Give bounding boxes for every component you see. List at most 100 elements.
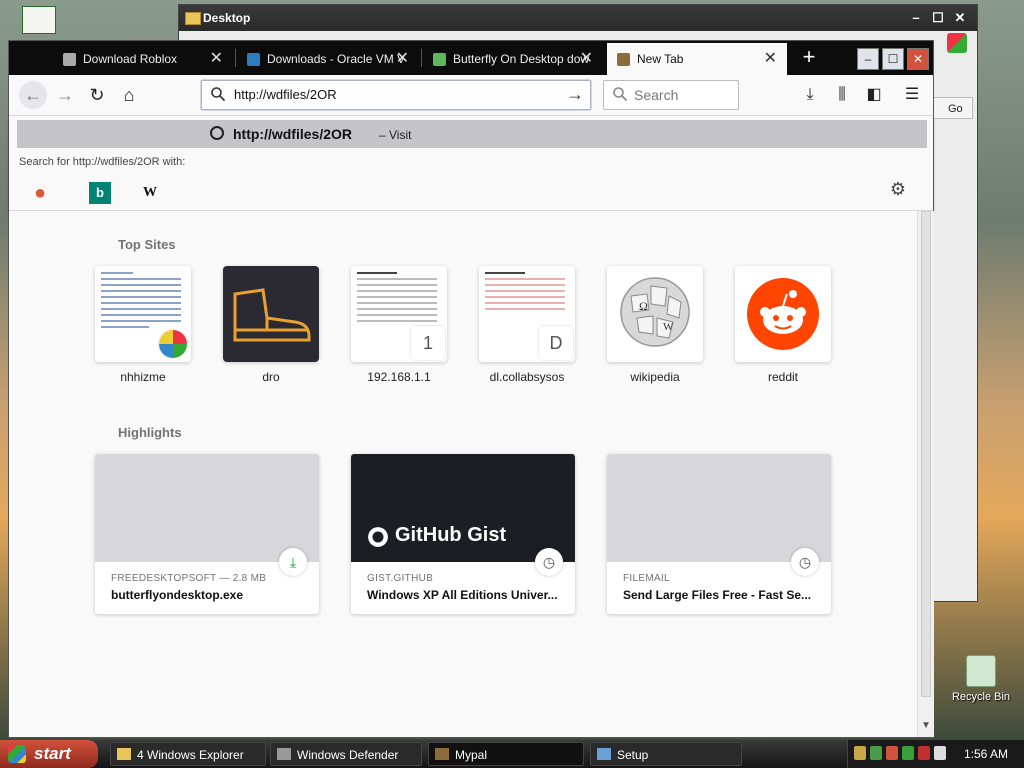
tab-close-icon[interactable]: ✕ [396, 43, 409, 75]
highlight-image [95, 454, 319, 562]
tab-label: Downloads - Oracle VM V [267, 52, 406, 66]
folder-icon [117, 748, 131, 760]
tab-close-icon[interactable]: ✕ [580, 43, 593, 75]
menu-icon[interactable]: ☰ [899, 81, 925, 109]
close-button[interactable]: ✕ [907, 48, 929, 70]
windows-logo-icon [159, 330, 187, 358]
folder-icon [185, 12, 201, 25]
forward-button[interactable]: → [51, 81, 79, 109]
visit-url-row[interactable]: http://wdfiles/2OR – Visit [17, 120, 927, 148]
url-input[interactable]: http://wdfiles/2OR [234, 81, 337, 109]
download-icon: ⤓ [279, 548, 307, 576]
tray-network-icon[interactable] [870, 746, 882, 760]
tray-app-icon[interactable] [854, 746, 866, 760]
volume-icon[interactable] [934, 746, 946, 760]
download-arrow-favicon-icon [433, 53, 446, 66]
tray-security-icon[interactable] [918, 746, 930, 760]
start-button[interactable]: start [0, 740, 98, 768]
taskbar-item-label: Windows Defender [297, 748, 399, 762]
downloads-icon[interactable]: ⤓ [797, 81, 823, 109]
sidebar-icon[interactable]: ◧ [861, 81, 887, 109]
gist-logo-text: GitHub Gist [395, 524, 507, 546]
github-icon [368, 527, 388, 547]
window-title: Desktop [203, 11, 251, 25]
taskbar-item-setup[interactable]: Setup [590, 742, 742, 766]
highlight-card[interactable]: ◷ FILEMAIL Send Large Files Free - Fast … [607, 454, 831, 614]
site-thumbnail: D [479, 266, 575, 362]
top-site-tile[interactable]: Ω W wikipedia [607, 266, 703, 384]
tab-new-tab[interactable]: New Tab ✕ [607, 43, 787, 75]
highlights-heading: Highlights [118, 425, 182, 440]
scroll-down-icon[interactable]: ▼ [921, 720, 931, 731]
desktop-shortcut-icon[interactable] [22, 6, 56, 34]
clock[interactable]: 1:56 AM [964, 740, 1008, 768]
tab-oracle-vm-downloads[interactable]: Downloads - Oracle VM V ✕ [237, 43, 419, 75]
duckduckgo-icon[interactable]: ● [29, 182, 51, 204]
site-thumbnail [95, 266, 191, 362]
highlight-source: FREEDESKTOPSOFT — 2.8 MB [111, 573, 267, 584]
minimize-button[interactable]: – [857, 48, 879, 70]
gear-icon[interactable]: ⚙ [887, 178, 909, 200]
top-site-tile[interactable]: reddit [735, 266, 831, 384]
go-label: Go [948, 103, 963, 115]
mypal-favicon-icon [617, 53, 630, 66]
maximize-button[interactable]: ☐ [882, 48, 904, 70]
top-sites-heading: Top Sites [118, 237, 176, 252]
top-site-tile[interactable]: dro [223, 266, 319, 384]
url-bar[interactable]: http://wdfiles/2OR → [201, 80, 591, 110]
scrollbar-thumb[interactable] [921, 211, 931, 697]
highlight-title: butterflyondesktop.exe [111, 588, 244, 602]
recycle-bin-label: Recycle Bin [951, 691, 1011, 703]
highlight-title: Send Large Files Free - Fast Se... [623, 588, 812, 602]
top-site-label: reddit [767, 370, 799, 384]
browser-window[interactable]: Download Roblox ✕ Downloads - Oracle VM … [8, 40, 934, 738]
vertical-scrollbar[interactable]: ▼ [917, 211, 934, 737]
top-site-label: 192.168.1.1 [367, 370, 431, 384]
recycle-bin[interactable]: Recycle Bin [946, 655, 1016, 703]
taskbar-item-windows-defender[interactable]: Windows Defender [270, 742, 422, 766]
top-site-tile[interactable]: 1 192.168.1.1 [351, 266, 447, 384]
url-autocomplete-popup: http://wdfiles/2OR – Visit Search for ht… [9, 116, 933, 211]
taskbar-item-windows-explorer[interactable]: 4 Windows Explorer [110, 742, 266, 766]
search-icon [613, 87, 628, 102]
wikipedia-globe-icon: Ω W [620, 277, 690, 347]
search-with-label: Search for http://wdfiles/2OR with: [19, 156, 186, 168]
navigation-toolbar: ← → ↻ ⌂ http://wdfiles/2OR → Search ⤓ ⫼ … [9, 75, 933, 116]
home-button[interactable]: ⌂ [115, 81, 143, 109]
minimize-button[interactable]: – [907, 9, 925, 27]
top-site-label: nhhizme [120, 370, 166, 384]
taskbar: start 4 Windows Explorer Windows Defende… [0, 740, 1024, 768]
top-site-label: dl.collabsysos [489, 370, 565, 384]
tab-close-icon[interactable]: ✕ [764, 43, 777, 75]
maximize-button[interactable]: ☐ [929, 9, 947, 27]
wikipedia-icon[interactable]: W [139, 182, 161, 204]
tray-shield-icon[interactable] [886, 746, 898, 760]
tab-download-roblox[interactable]: Download Roblox ✕ [53, 43, 233, 75]
window-title-bar[interactable]: Desktop – ☐ ✕ [179, 5, 977, 31]
back-button[interactable]: ← [19, 81, 47, 109]
highlight-card[interactable]: ⤓ FREEDESKTOPSOFT — 2.8 MB butterflyonde… [95, 454, 319, 614]
search-box[interactable]: Search [603, 80, 739, 110]
system-tray: 1:56 AM [847, 740, 1024, 768]
top-site-tile[interactable]: nhhizme [95, 266, 191, 384]
go-arrow-icon[interactable]: → [566, 84, 584, 105]
top-site-tile[interactable]: D dl.collabsysos [479, 266, 575, 384]
library-icon[interactable]: ⫼ [829, 81, 855, 109]
taskbar-item-mypal[interactable]: Mypal [428, 742, 584, 766]
close-button[interactable]: ✕ [951, 9, 969, 27]
highlight-title: Windows XP All Editions Univer... [367, 588, 558, 602]
svg-text:Ω: Ω [639, 299, 648, 313]
highlight-card[interactable]: GitHub Gist ◷ GIST.GITHUB Windows XP All… [351, 454, 575, 614]
tab-butterfly-on-desktop[interactable]: Butterfly On Desktop dow ✕ [423, 43, 603, 75]
go-button[interactable]: Go [933, 97, 973, 119]
reload-button[interactable]: ↻ [83, 81, 111, 109]
top-site-label: wikipedia [630, 370, 680, 384]
highlight-image: GitHub Gist [351, 454, 575, 562]
boot-icon [233, 288, 311, 342]
tab-close-icon[interactable]: ✕ [210, 43, 223, 75]
site-letter-badge: 1 [411, 326, 445, 360]
search-icon [211, 87, 226, 102]
tray-update-icon[interactable] [902, 746, 914, 760]
bing-icon[interactable]: b [89, 182, 111, 204]
new-tab-button[interactable]: + [794, 43, 824, 73]
